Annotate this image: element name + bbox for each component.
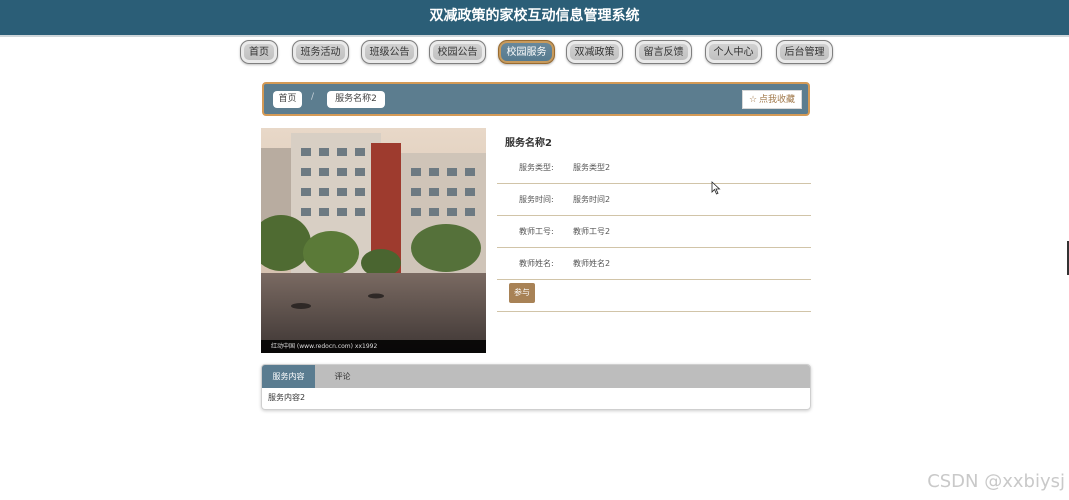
breadcrumb-current: 服务名称2 xyxy=(327,91,385,108)
field-label: 教师工号: xyxy=(519,227,554,236)
join-button[interactable]: 参与 xyxy=(509,283,535,303)
breadcrumb: 首页 / 服务名称2 ☆ 点我收藏 xyxy=(262,82,810,116)
nav-item-campus-services[interactable]: 校园服务 xyxy=(498,40,555,64)
nav-item-admin[interactable]: 后台管理 xyxy=(776,40,833,64)
campus-building-photo xyxy=(261,128,486,353)
action-row xyxy=(497,280,811,312)
tab-content-text: 服务内容2 xyxy=(268,393,306,402)
detail-row: 服务类型: 服务类型2 xyxy=(497,152,811,184)
photo-caption: 红动中国 (www.redocn.com) xx1992 xyxy=(261,340,486,353)
detail-row: 教师姓名: 教师姓名2 xyxy=(497,248,811,280)
detail-row: 教师工号: 教师工号2 xyxy=(497,216,811,248)
nav-item-feedback[interactable]: 留言反馈 xyxy=(635,40,692,64)
tabs-panel: 服务内容 评论 服务内容2 xyxy=(261,364,811,410)
field-value: 教师工号2 xyxy=(573,227,611,236)
field-label: 服务时间: xyxy=(519,195,554,204)
nav-item-campus-announcements[interactable]: 校园公告 xyxy=(429,40,486,64)
favorite-label: 点我收藏 xyxy=(759,95,796,105)
field-value: 教师姓名2 xyxy=(573,259,611,268)
breadcrumb-separator: / xyxy=(311,92,315,102)
breadcrumb-home-link[interactable]: 首页 xyxy=(273,91,302,108)
watermark: CSDN @xxbiysj xyxy=(927,471,1065,492)
detail-row: 服务时间: 服务时间2 xyxy=(497,184,811,216)
nav-item-home[interactable]: 首页 xyxy=(240,40,278,64)
nav-item-user-center[interactable]: 个人中心 xyxy=(705,40,762,64)
star-icon: ☆ xyxy=(748,95,758,105)
field-label: 服务类型: xyxy=(519,163,554,172)
field-value: 服务类型2 xyxy=(573,163,611,172)
field-label: 教师姓名: xyxy=(519,259,554,268)
nav-item-class-announcements[interactable]: 班级公告 xyxy=(361,40,418,64)
main-nav: 首页 班务活动 班级公告 校园公告 校园服务 双减政策 留言反馈 个人中心 后台… xyxy=(0,40,1069,66)
field-value: 服务时间2 xyxy=(573,195,611,204)
site-title: 双减政策的家校互动信息管理系统 xyxy=(429,8,640,24)
mouse-cursor-icon xyxy=(711,181,721,195)
tab-comments[interactable]: 评论 xyxy=(315,365,370,388)
tab-service-content[interactable]: 服务内容 xyxy=(262,365,315,388)
tabs-header: 服务内容 评论 xyxy=(262,365,810,388)
favorite-button[interactable]: ☆ 点我收藏 xyxy=(742,90,802,109)
service-title: 服务名称2 xyxy=(505,138,552,149)
nav-item-double-reduction[interactable]: 双减政策 xyxy=(566,40,623,64)
header-bar: 双减政策的家校互动信息管理系统 xyxy=(0,0,1069,37)
nav-item-class-activities[interactable]: 班务活动 xyxy=(292,40,349,64)
service-image: 红动中国 (www.redocn.com) xx1992 xyxy=(261,128,486,353)
